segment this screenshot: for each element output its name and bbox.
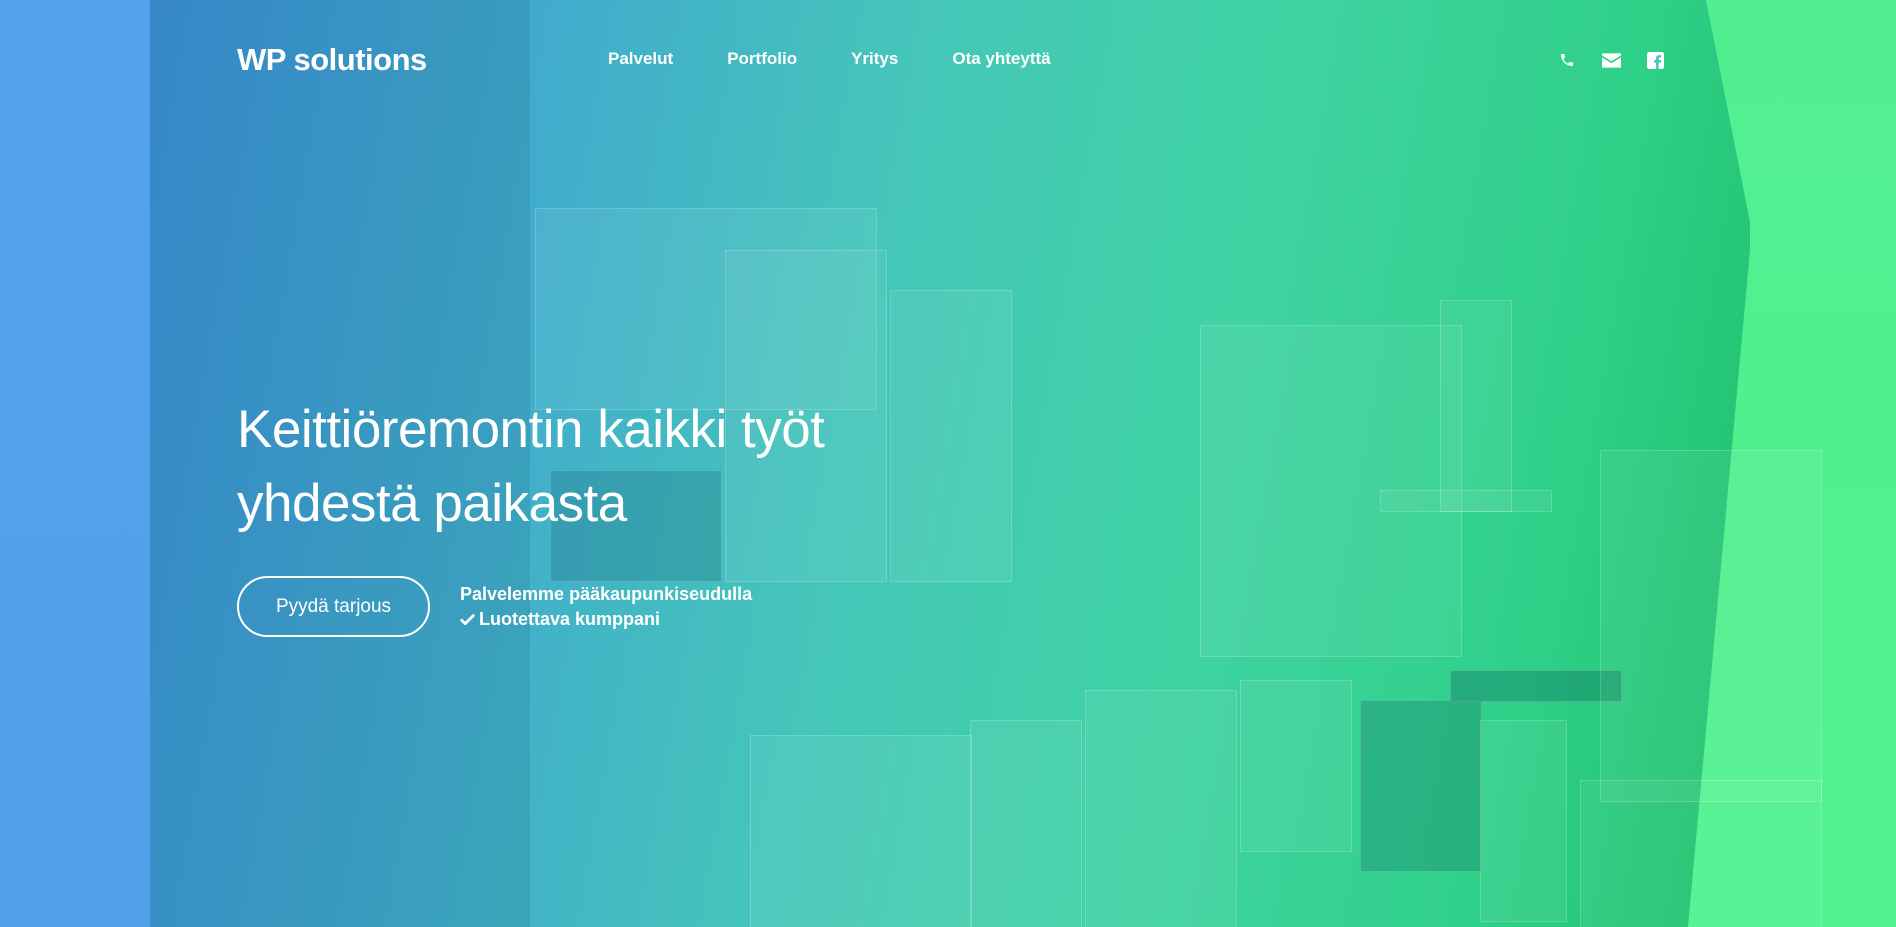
hero-headline: Keittiöremontin kaikki työt yhdestä paik… bbox=[237, 393, 937, 541]
left-accent-band bbox=[0, 0, 150, 927]
nav-item-portfolio[interactable]: Portfolio bbox=[727, 49, 797, 69]
hero-section: WP solutions Palvelut Portfolio Yritys O… bbox=[0, 0, 1896, 927]
trust-text-row: Luotettava kumppani bbox=[459, 607, 752, 632]
main-nav: Palvelut Portfolio Yritys Ota yhteyttä bbox=[608, 49, 1105, 69]
site-logo[interactable]: WP solutions bbox=[237, 42, 427, 78]
nav-item-palvelut[interactable]: Palvelut bbox=[608, 49, 673, 69]
envelope-icon[interactable] bbox=[1600, 49, 1622, 71]
social-links bbox=[1556, 49, 1666, 71]
request-quote-button[interactable]: Pyydä tarjous bbox=[237, 576, 430, 637]
phone-icon[interactable] bbox=[1556, 49, 1578, 71]
hero-content: Keittiöremontin kaikki työt yhdestä paik… bbox=[237, 393, 937, 541]
nav-item-ota-yhteytta[interactable]: Ota yhteyttä bbox=[952, 49, 1050, 69]
trust-text: Luotettava kumppani bbox=[479, 608, 661, 629]
check-icon bbox=[459, 607, 476, 632]
facebook-icon[interactable] bbox=[1644, 49, 1666, 71]
headline-line-2: yhdestä paikasta bbox=[237, 474, 627, 533]
cta-row: Pyydä tarjous Palvelemme pääkaupunkiseud… bbox=[237, 576, 752, 637]
headline-line-1: Keittiöremontin kaikki työt bbox=[237, 400, 825, 459]
site-header: WP solutions Palvelut Portfolio Yritys O… bbox=[0, 0, 1896, 120]
hero-info: Palvelemme pääkaupunkiseudulla Luotettav… bbox=[459, 582, 753, 632]
service-area-text: Palvelemme pääkaupunkiseudulla bbox=[460, 583, 753, 604]
nav-item-yritys[interactable]: Yritys bbox=[851, 49, 898, 69]
